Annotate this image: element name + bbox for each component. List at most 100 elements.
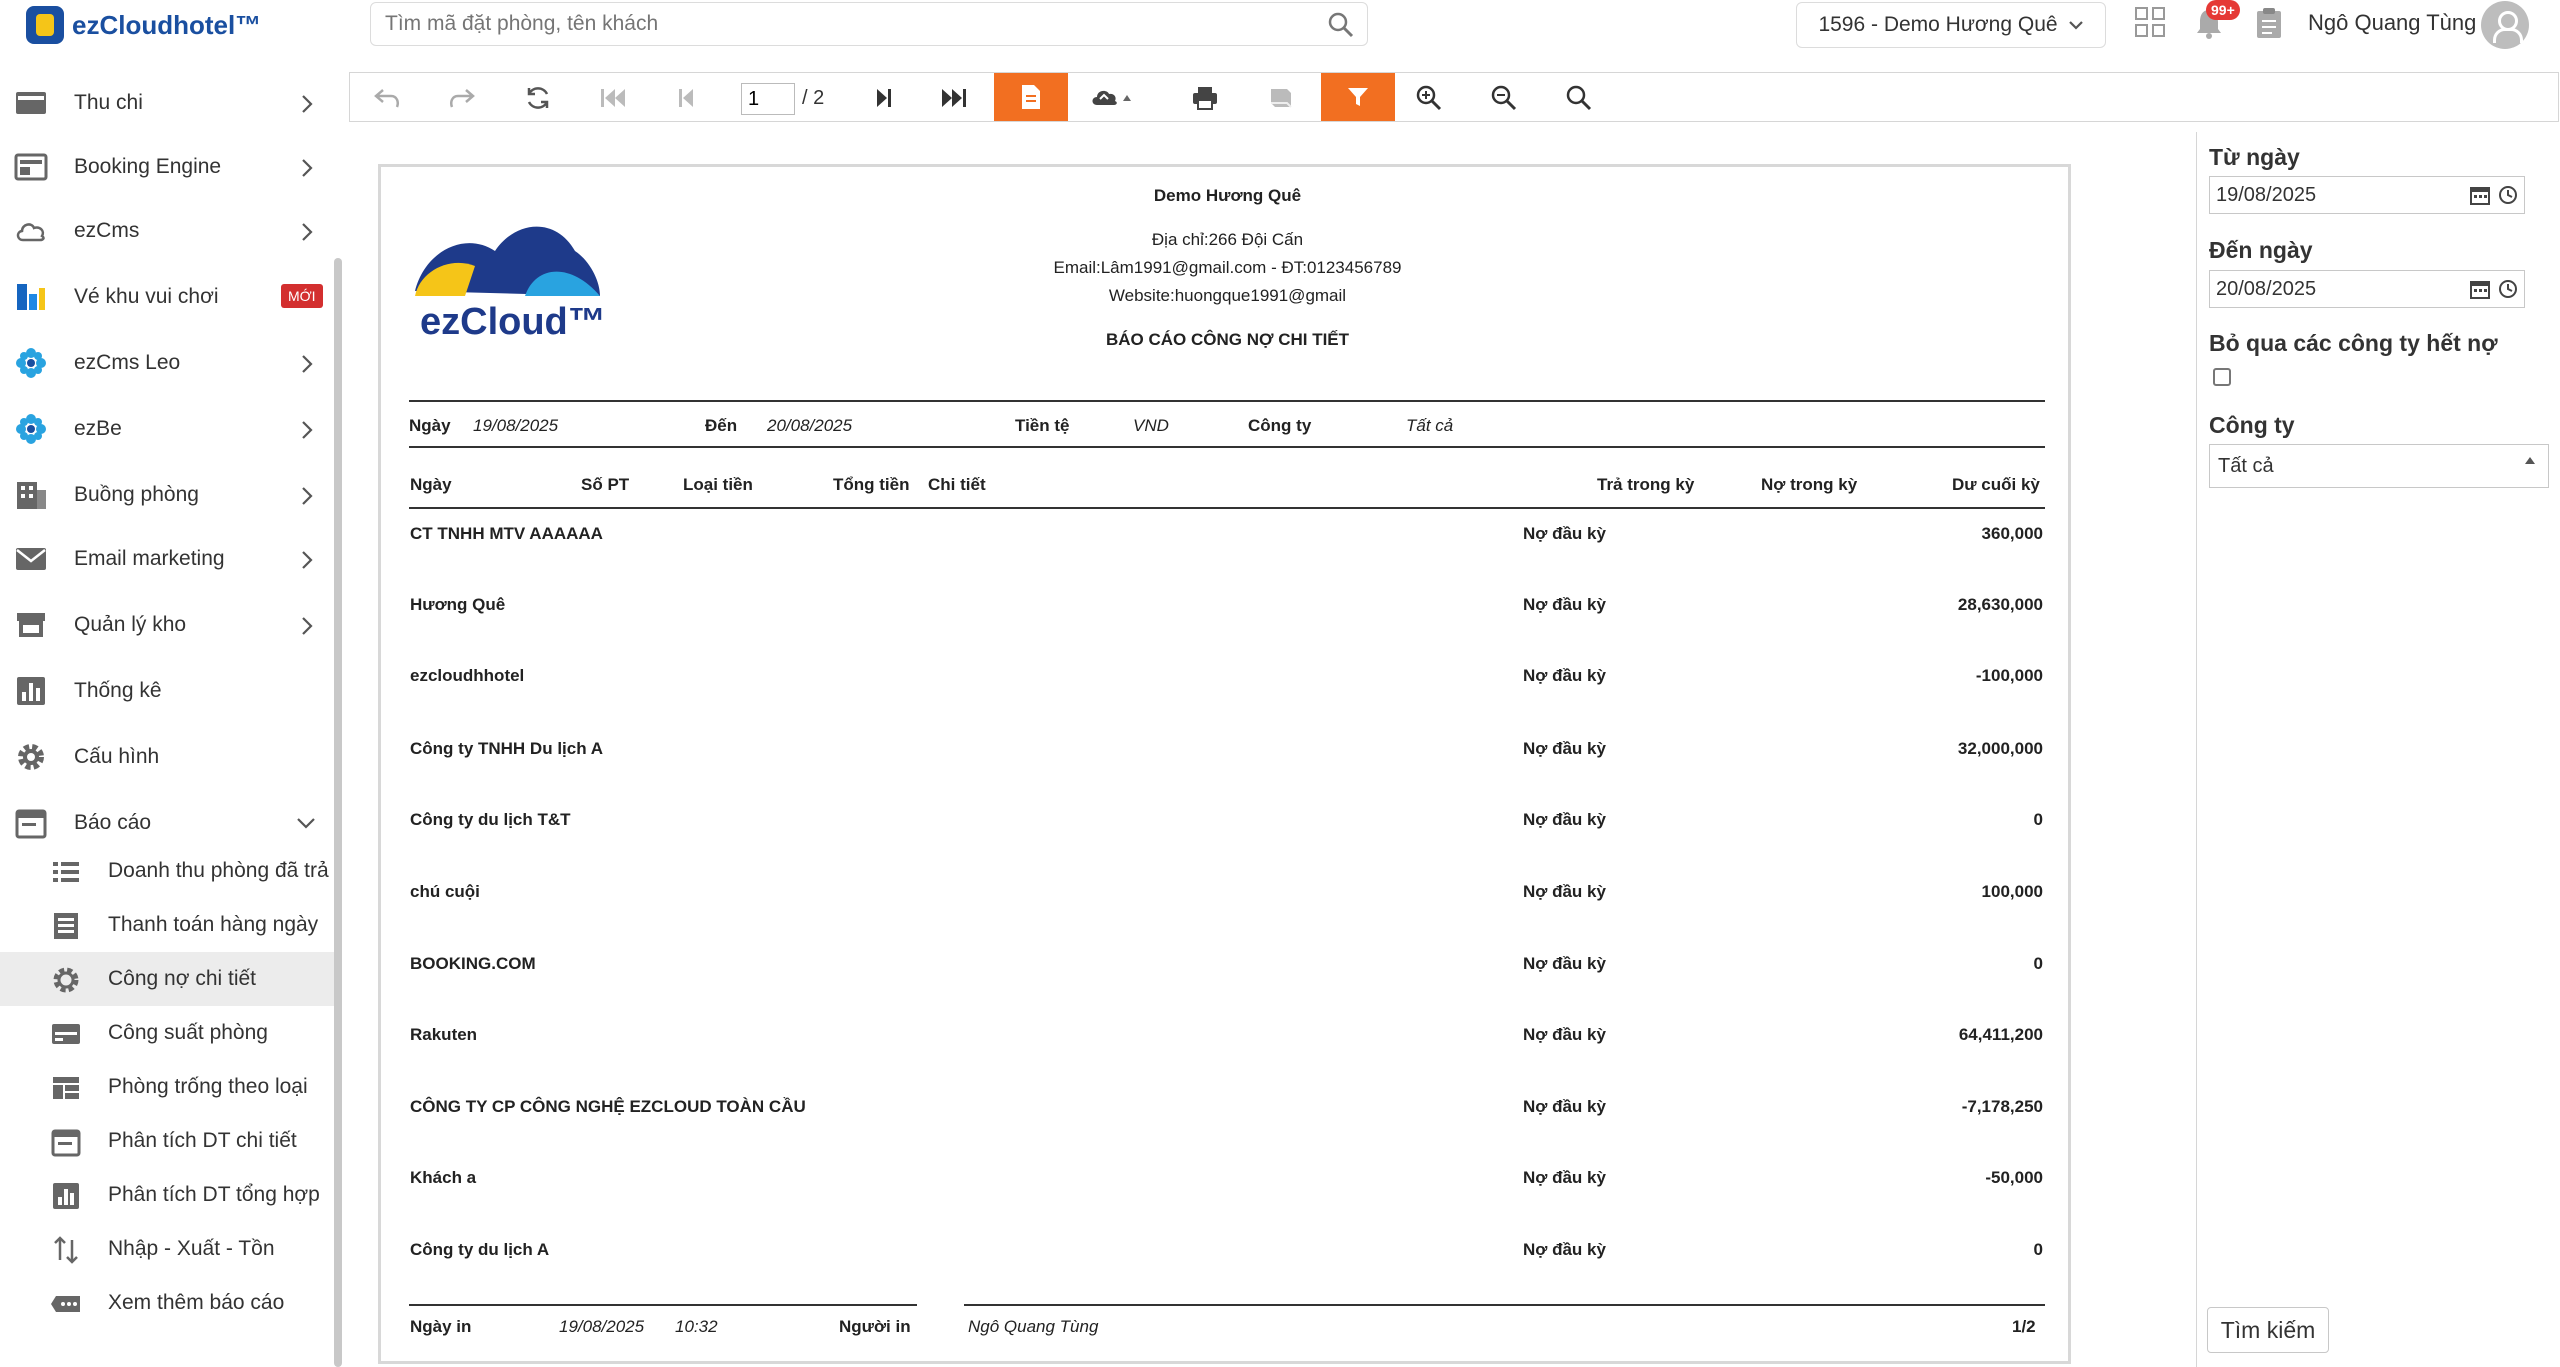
param-to-value: 20/08/2025 xyxy=(767,416,853,435)
sidebar-subitem-phan-tich-dt-tong-hop[interactable]: Phân tích DT tổng hợp xyxy=(0,1168,338,1222)
clock-icon[interactable] xyxy=(2498,279,2518,305)
row-type: Nợ đầu kỳ xyxy=(1523,882,1606,901)
row-company: Rakuten xyxy=(410,1025,478,1044)
chevron-right-icon xyxy=(302,223,313,241)
search-input[interactable] xyxy=(371,3,1271,45)
sidebar-item-thong-ke[interactable]: Thống kê xyxy=(0,660,338,722)
sidebar-subitem-label: Công suất phòng xyxy=(108,1021,268,1044)
apps-grid-icon[interactable] xyxy=(2134,6,2166,43)
sidebar-subitem-phan-tich-dt-chi-tiet[interactable]: Phân tích DT chi tiết xyxy=(0,1114,338,1168)
chevron-right-icon xyxy=(302,551,313,569)
previous-page-icon[interactable] xyxy=(671,83,701,113)
last-page-icon[interactable] xyxy=(940,83,970,113)
col-header: Chi tiết xyxy=(928,475,986,494)
refresh-icon[interactable] xyxy=(523,83,553,113)
calendar-icon[interactable] xyxy=(2470,185,2490,211)
list-icon xyxy=(53,862,79,882)
next-page-icon[interactable] xyxy=(869,83,899,113)
layout-icon xyxy=(53,1077,79,1099)
report-address: Địa chỉ:266 Đội Cấn xyxy=(1151,230,1304,249)
row-company: Công ty TNHH Du lịch A xyxy=(410,739,603,758)
col-header: Dư cuối kỳ xyxy=(1952,475,2040,494)
find-icon[interactable] xyxy=(1564,83,1594,113)
sidebar-item-ezbe[interactable]: ezBe xyxy=(0,398,338,460)
sidebar-subitem-nhap-xuat-ton[interactable]: Nhập - Xuất - Tồn xyxy=(0,1222,338,1276)
gear-icon xyxy=(18,744,44,770)
sidebar-item-quan-ly-kho[interactable]: Quản lý kho xyxy=(0,594,338,656)
skip-paid-companies-checkbox[interactable] xyxy=(2213,368,2231,386)
sidebar-item-buong-phong[interactable]: Buồng phòng xyxy=(0,464,338,526)
more-icon xyxy=(51,1296,80,1312)
zoom-in-icon[interactable] xyxy=(1414,83,1444,113)
sidebar-item-ezcms-leo[interactable]: ezCms Leo xyxy=(0,332,338,394)
sidebar-subitem-phong-trong-theo-loai[interactable]: Phòng trống theo loại xyxy=(0,1060,338,1114)
booking-engine-icon xyxy=(14,153,48,181)
to-date-input[interactable]: 20/08/2025 xyxy=(2209,270,2525,308)
sidebar-item-label: Thu chi xyxy=(74,91,143,114)
hotel-selector[interactable]: 1596 - Demo Hương Quê xyxy=(1796,2,2106,48)
sidebar-item-ezcms[interactable]: ezCms xyxy=(0,200,338,262)
row-amount: 0 xyxy=(2033,810,2043,829)
search-icon[interactable] xyxy=(1327,11,1355,44)
swap-vertical-icon xyxy=(54,1236,78,1264)
sidebar-subitem-xem-them-bao-cao[interactable]: Xem thêm báo cáo xyxy=(0,1276,338,1330)
sidebar-subitem-cong-suat-phong[interactable]: Công suất phòng xyxy=(0,1006,338,1060)
logo-mark-icon xyxy=(26,6,64,44)
sidebar-item-label: Thống kê xyxy=(74,679,162,702)
page-number-input[interactable] xyxy=(741,83,795,115)
footer-page: 1/2 xyxy=(2012,1317,2036,1336)
book-icon[interactable] xyxy=(1266,83,1296,113)
clock-icon[interactable] xyxy=(2498,185,2518,211)
param-currency-value: VND xyxy=(1133,416,1169,435)
company-filter-label: Công ty xyxy=(2209,412,2295,438)
sidebar-subitem-label: Phân tích DT chi tiết xyxy=(108,1129,297,1152)
redo-icon[interactable] xyxy=(447,83,477,113)
sidebar-item-cau-hinh[interactable]: Cấu hình xyxy=(0,726,338,788)
user-avatar[interactable] xyxy=(2481,1,2529,49)
clipboard-icon[interactable] xyxy=(2254,6,2284,45)
sidebar-subitem-label: Công nợ chi tiết xyxy=(108,967,257,990)
sidebar-item-booking-engine[interactable]: Booking Engine xyxy=(0,136,338,198)
sidebar-scrollbar[interactable] xyxy=(334,258,342,1367)
chevron-right-icon xyxy=(302,487,313,505)
export-cloud-icon[interactable] xyxy=(1088,83,1136,113)
from-date-input[interactable]: 19/08/2025 xyxy=(2209,176,2525,214)
notification-badge: 99+ xyxy=(2206,0,2240,20)
sidebar-item-label: ezCms xyxy=(74,219,140,242)
report-page: ezCloud™ Demo Hương Quê Địa chỉ:266 Đội … xyxy=(378,164,2071,1364)
to-date-value: 20/08/2025 xyxy=(2216,278,2317,300)
sidebar-subitem-thanh-toan-hang-ngay[interactable]: Thanh toán hàng ngày xyxy=(0,898,338,952)
mail-icon xyxy=(16,548,46,570)
calendar-report-icon xyxy=(15,809,47,839)
sidebar: Thu chi Booking Engine ezCms Vé khu vui … xyxy=(0,62,338,1367)
param-currency-label: Tiền tệ xyxy=(1015,416,1070,435)
app-logo[interactable]: ezCloudhotel™ xyxy=(26,6,261,44)
new-badge: MỚI xyxy=(281,284,323,308)
hotel-selector-label: 1596 - Demo Hương Quê xyxy=(1818,13,2058,36)
sidebar-subitem-label: Xem thêm báo cáo xyxy=(108,1291,285,1314)
footer-divider xyxy=(964,1304,2045,1306)
search-button[interactable]: Tìm kiếm xyxy=(2207,1307,2329,1353)
chevron-right-icon xyxy=(302,421,313,439)
col-header: Số PT xyxy=(581,475,630,494)
first-page-icon[interactable] xyxy=(598,83,628,113)
print-icon[interactable] xyxy=(1190,83,1220,113)
sidebar-item-thu-chi[interactable]: Thu chi xyxy=(0,72,338,134)
sidebar-subitem-cong-no-chi-tiet[interactable]: Công nợ chi tiết xyxy=(0,952,338,1006)
company-select[interactable]: Tất cả xyxy=(2209,444,2549,488)
sidebar-item-label: Buồng phòng xyxy=(74,483,199,506)
filter-button[interactable] xyxy=(1321,73,1395,121)
sidebar-subitem-doanh-thu-phong[interactable]: Doanh thu phòng đã trả xyxy=(0,844,338,898)
sidebar-item-email-marketing[interactable]: Email marketing xyxy=(0,528,338,590)
report-toolbar: / 2 xyxy=(349,72,2559,122)
report-website: Website:huongque1991@gmail xyxy=(1108,286,1347,305)
footer-print-time: 10:32 xyxy=(675,1317,718,1336)
calendar-icon[interactable] xyxy=(2470,279,2490,305)
undo-icon[interactable] xyxy=(372,83,402,113)
col-header: Trả trong kỳ xyxy=(1597,475,1695,494)
sidebar-item-ve-khu-vui-choi[interactable]: Vé khu vui chơi MỚI xyxy=(0,266,338,328)
page-view-button[interactable] xyxy=(994,73,1068,121)
store-icon xyxy=(17,613,45,637)
user-name[interactable]: Ngô Quang Tùng xyxy=(2308,10,2476,36)
zoom-out-icon[interactable] xyxy=(1489,83,1519,113)
